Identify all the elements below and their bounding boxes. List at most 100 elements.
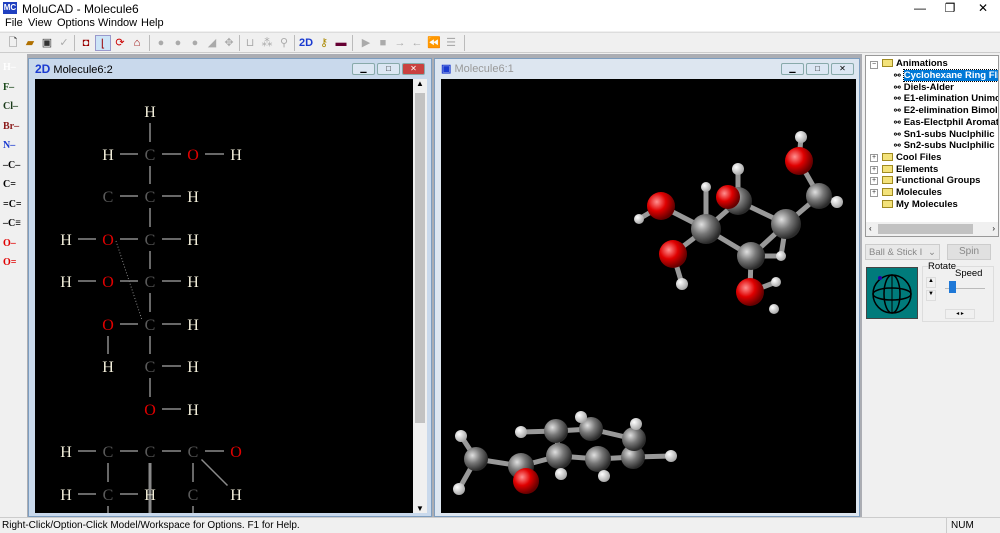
play-icon[interactable]: ▶ [358, 35, 374, 51]
atom-3d-H [575, 411, 587, 423]
tree-folder[interactable]: Elements [882, 164, 938, 175]
atom-H: H [102, 359, 114, 376]
scroll-thumb[interactable] [415, 93, 425, 423]
palette-item[interactable]: C= [3, 179, 16, 190]
palette-item[interactable]: F– [3, 82, 14, 93]
forward-icon[interactable]: → [392, 35, 408, 51]
folder-icon [882, 153, 893, 161]
palette-item[interactable]: Br– [3, 121, 19, 132]
tree-folder[interactable]: Molecules [882, 187, 942, 198]
molecule-icon: ⚯ [894, 94, 901, 104]
speed-slider[interactable] [949, 281, 956, 293]
rotate-down-button[interactable]: ▼ [926, 290, 936, 301]
palette-item[interactable]: N– [3, 140, 15, 151]
atom4-icon[interactable]: ◢ [204, 35, 220, 51]
atom-O: O [102, 317, 114, 334]
rotate-icon[interactable]: ⟳ [112, 35, 128, 51]
atom-3d-O [785, 147, 813, 175]
menu-help[interactable]: Help [141, 17, 164, 29]
child-minimize-button[interactable]: ▁ [352, 63, 375, 75]
bond-tool-icon[interactable]: ⌊ [95, 35, 111, 51]
spin-button[interactable]: Spin [947, 244, 991, 260]
measure-icon[interactable]: ⊔ [242, 35, 258, 51]
tree-item-animation[interactable]: ⚯ Sn2-subs Nuclphilic [894, 140, 995, 151]
palette-item[interactable]: H– [3, 62, 16, 73]
tree-item-animation[interactable]: ⚯ Sn1-subs Nuclphilic [894, 129, 995, 140]
trackball[interactable] [866, 267, 918, 319]
folder-open-icon [882, 59, 893, 67]
tree-folder-animations[interactable]: Animations [882, 58, 948, 69]
2d-button[interactable]: 2D [297, 35, 315, 51]
clipboard-icon[interactable]: ▬ [333, 35, 349, 51]
save-icon[interactable]: ▣ [39, 35, 55, 51]
stop-icon[interactable]: ■ [375, 35, 391, 51]
status-bar: Right-Click/Option-Click Model/Workspace… [0, 517, 1000, 533]
new-icon[interactable]: 🗋 [5, 35, 21, 51]
menu-window[interactable]: Window [98, 17, 137, 29]
tree-folder[interactable]: Cool Files [882, 152, 941, 163]
render-mode-select[interactable]: Ball & Stick I ⌄ [865, 244, 940, 260]
collapse-icon[interactable]: − [870, 61, 878, 69]
menu-options[interactable]: Options [57, 17, 95, 29]
molecule-icon: ⚯ [894, 71, 901, 80]
molecule-icon: ⚯ [894, 129, 901, 139]
window-2d-title: 2D Molecule6:2 [35, 62, 113, 76]
atom-3d-H [453, 483, 465, 495]
close-button[interactable]: ✕ [968, 0, 998, 17]
expand-icon[interactable]: + [870, 189, 878, 198]
open-icon[interactable]: ▰ [22, 35, 38, 51]
atom-O: O [187, 147, 199, 164]
back-icon[interactable]: ← [409, 35, 425, 51]
palette-item[interactable]: O– [3, 238, 16, 249]
library-tree[interactable]: − Animations ⚯ Cyclohexane Ring Flip ⚯ Diel… [865, 55, 999, 237]
horizontal-scrollbar[interactable]: ‹ › [866, 222, 998, 236]
molecule-3d-canvas[interactable] [441, 79, 856, 513]
atom3-icon[interactable]: ● [187, 35, 203, 51]
rewind-icon[interactable]: ⏪ [426, 35, 442, 51]
palette-item[interactable]: O= [3, 257, 16, 268]
move-icon[interactable]: ✥ [221, 35, 237, 51]
tree-folder[interactable]: My Molecules [882, 199, 958, 210]
vertical-scrollbar[interactable]: ▲ ▼ [413, 79, 427, 513]
palette-item[interactable]: =C= [3, 199, 22, 210]
atom2-icon[interactable]: ● [170, 35, 186, 51]
child3d-close-button[interactable]: ✕ [831, 63, 854, 75]
tree-folder[interactable]: Functional Groups [882, 175, 980, 186]
tree-item-animation[interactable]: ⚯ Cyclohexane Ring Flip [894, 69, 998, 82]
list-icon[interactable]: ☰ [443, 35, 459, 51]
atom-C: C [145, 274, 156, 291]
tree-item-animation[interactable]: ⚯E1-elimination Unimolecular [894, 93, 998, 104]
palette-item[interactable]: –C≡ [3, 218, 21, 229]
atom-H: H [230, 487, 242, 504]
expand-icon[interactable]: + [870, 154, 878, 162]
atom-H: H [230, 147, 242, 164]
child3d-maximize-button[interactable]: □ [806, 63, 829, 75]
child3d-minimize-button[interactable]: ▁ [781, 63, 804, 75]
palette-item[interactable]: Cl– [3, 101, 18, 112]
molecule-2d-canvas[interactable]: H H C O H C C H H O C H H O C H O C H H C H O H H C C C O H C H C H [35, 79, 413, 513]
tree-item-animation[interactable]: ⚯ Diels-Alder [894, 82, 954, 93]
atom-3d-H [732, 163, 744, 175]
expand-icon[interactable]: + [870, 177, 878, 186]
hint-icon[interactable]: ⚷ [316, 35, 332, 51]
menu-file[interactable]: File [5, 17, 23, 29]
check-icon[interactable]: ✓ [56, 35, 72, 51]
bonds-icon[interactable]: ⁂ [259, 35, 275, 51]
atom-icon[interactable]: ● [153, 35, 169, 51]
child-close-button[interactable]: ✕ [402, 63, 425, 75]
tree-item-animation[interactable]: ⚯E2-elimination Bimolecular [894, 105, 998, 116]
eraser-icon[interactable]: ⌂ [129, 35, 145, 51]
rotate-up-button[interactable]: ▲ [926, 277, 936, 288]
atom-H: H [102, 147, 114, 164]
maximize-button[interactable]: ❐ [935, 0, 965, 17]
atom-C: C [103, 189, 114, 206]
palette-item[interactable]: –C– [3, 160, 20, 171]
minimize-button[interactable]: — [905, 0, 935, 17]
menu-view[interactable]: View [28, 17, 52, 29]
expand-icon[interactable]: + [870, 165, 878, 174]
copy-icon[interactable]: ◘ [78, 35, 94, 51]
tree-item-animation[interactable]: ⚯ Eas-Electphil Aromatic [894, 117, 998, 128]
rotate-lr-buttons[interactable]: ◂ ▸ [945, 309, 975, 319]
link-icon[interactable]: ⚲ [276, 35, 292, 51]
child-maximize-button[interactable]: □ [377, 63, 400, 75]
